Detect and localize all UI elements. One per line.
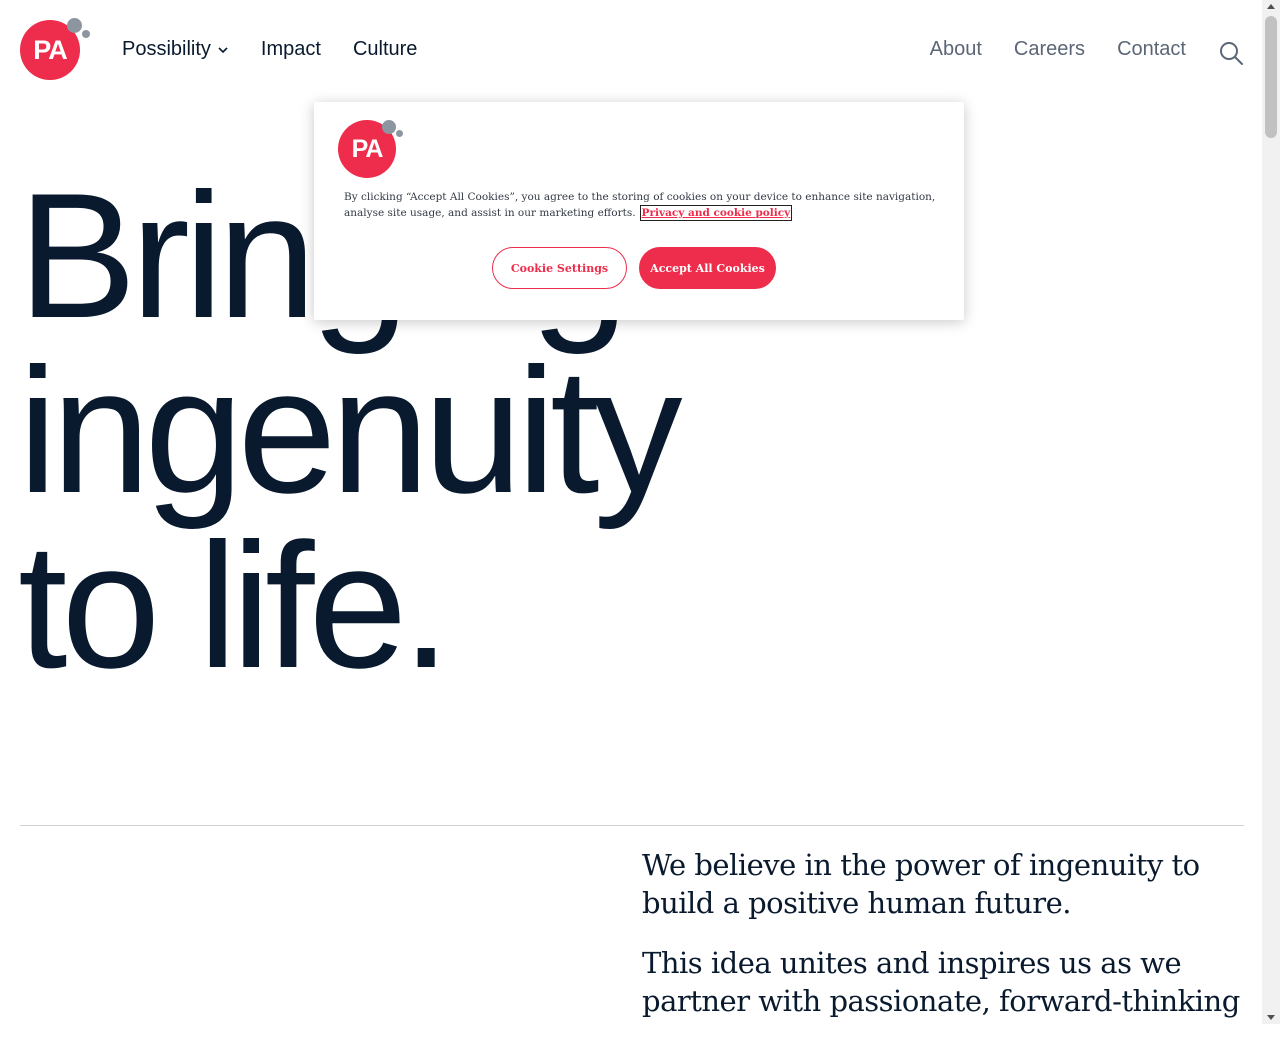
hero-line-2: ingenuity (18, 331, 683, 530)
scroll-up-arrow-icon[interactable] (1267, 4, 1275, 9)
scroll-down-arrow-icon[interactable] (1267, 1015, 1275, 1020)
intro-paragraph-1: We believe in the power of ingenuity to … (642, 848, 1200, 920)
cookie-settings-button[interactable]: Cookie Settings (492, 247, 627, 289)
accept-all-cookies-button[interactable]: Accept All Cookies (639, 247, 776, 289)
cookie-consent-dialog: PA By clicking “Accept All Cookies”, you… (314, 102, 964, 320)
nav-item-contact[interactable]: Contact (1117, 38, 1186, 61)
chevron-down-icon (218, 46, 228, 53)
page-scrollbar[interactable] (1262, 0, 1280, 1024)
nav-item-careers[interactable]: Careers (1014, 38, 1085, 61)
nav-item-impact[interactable]: Impact (261, 38, 321, 61)
site-header: PA Possibility Impact Culture About Care… (0, 0, 1262, 104)
scrollbar-thumb[interactable] (1265, 16, 1277, 138)
cookie-logo-dot-large (382, 120, 396, 134)
cookie-message-text: By clicking “Accept All Cookies”, you ag… (344, 191, 936, 219)
privacy-policy-link[interactable]: Privacy and cookie policy (639, 205, 793, 221)
hero-line-3: to life. (18, 506, 451, 705)
cookie-logo-dot-small (396, 130, 403, 137)
logo-dot-small (82, 30, 90, 38)
secondary-nav: About Careers Contact (898, 38, 1186, 61)
search-icon[interactable] (1218, 40, 1244, 66)
intro-text: We believe in the power of ingenuity to … (642, 846, 1242, 1042)
intro-paragraph-2: This idea unites and inspires us as we p… (642, 946, 1240, 1018)
nav-item-about[interactable]: About (930, 38, 982, 61)
pa-logo[interactable]: PA (20, 18, 92, 82)
nav-label-possibility: Possibility (122, 38, 211, 60)
logo-dot-large (67, 18, 82, 33)
nav-item-possibility[interactable]: Possibility (122, 38, 229, 61)
cookie-message: By clicking “Accept All Cookies”, you ag… (344, 189, 944, 221)
nav-item-culture[interactable]: Culture (353, 38, 417, 61)
primary-nav: Possibility Impact Culture (122, 38, 449, 61)
section-divider (20, 825, 1244, 826)
cookie-banner-logo: PA (338, 120, 408, 180)
